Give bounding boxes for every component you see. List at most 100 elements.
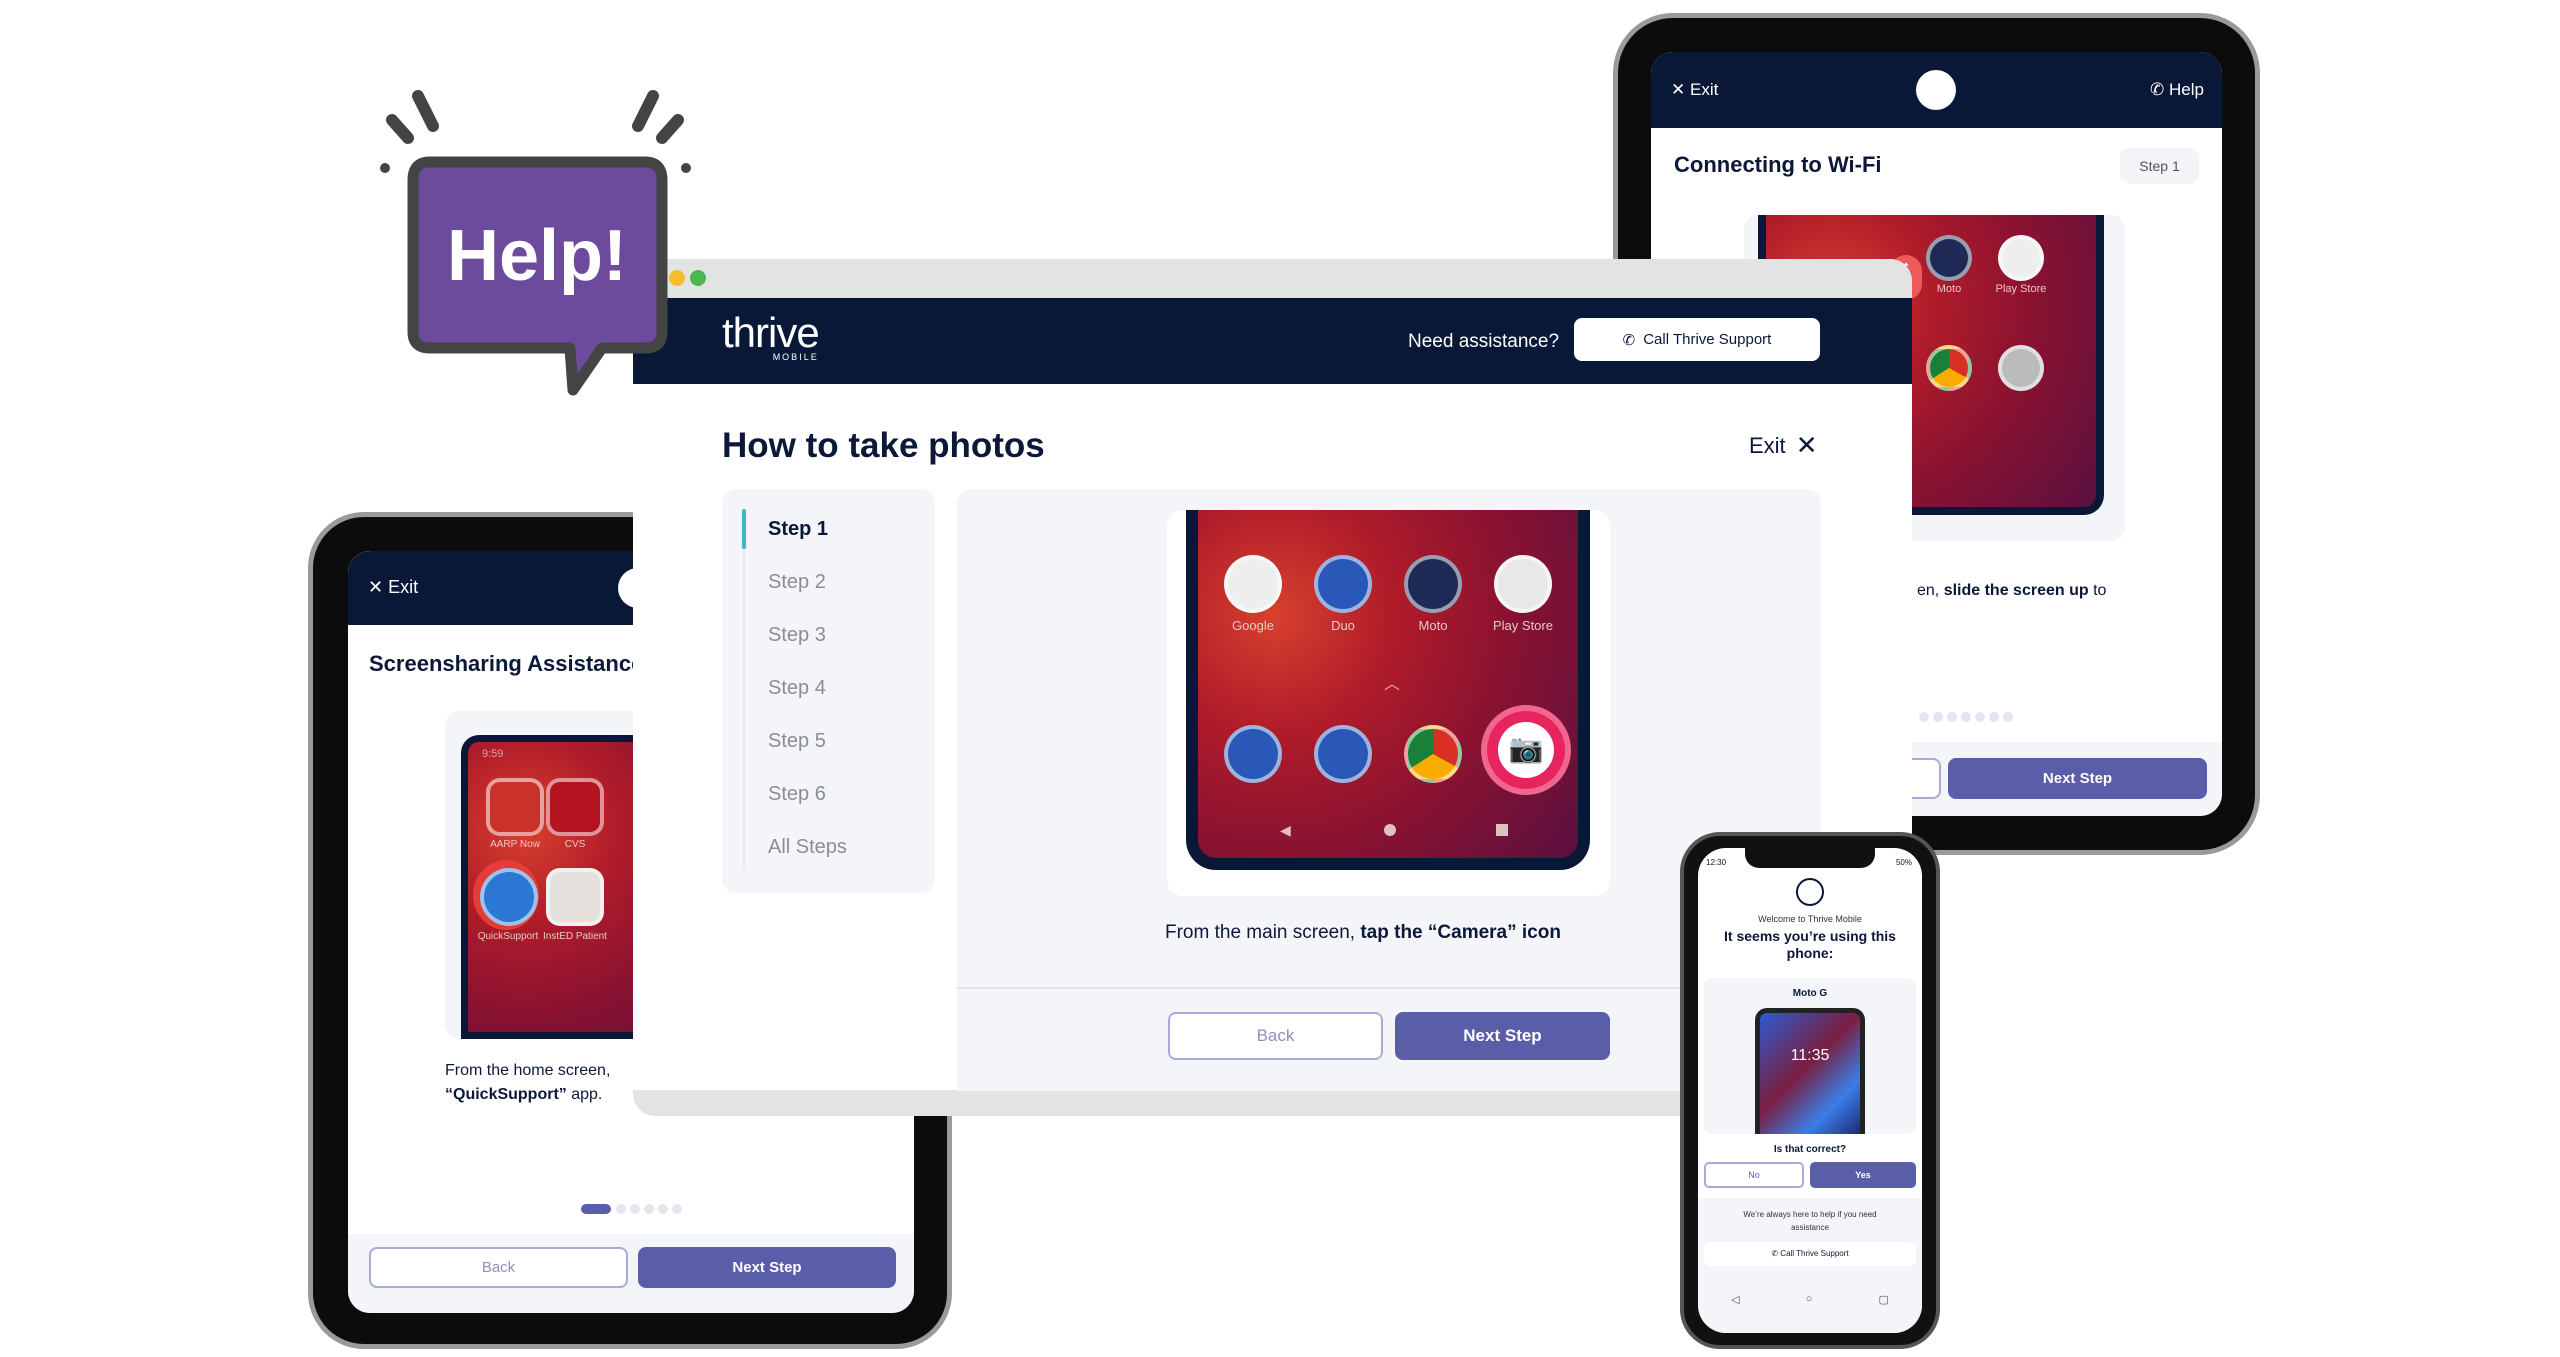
back-button[interactable]: Back <box>1168 1012 1383 1060</box>
need-assistance-text: Need assistance? <box>1408 331 1560 352</box>
status-time: 12:30 <box>1706 858 1727 867</box>
progress-dots <box>581 1204 684 1214</box>
play-store-app-icon <box>1494 555 1552 613</box>
page-title: How to take photos <box>722 426 1045 465</box>
right-tablet-title: Connecting to Wi-Fi <box>1674 152 1882 177</box>
site-header: thrive MOBILE Need assistance? ✆ Call Thr… <box>633 298 1912 384</box>
exit-button[interactable]: ✕ Exit <box>1671 80 1718 100</box>
progress-dot <box>672 1204 682 1214</box>
burst-line <box>656 114 684 144</box>
active-step-indicator <box>742 509 746 549</box>
step-list: Step 1 Step 2 Step 3 Step 4 Step 5 Step … <box>768 513 847 863</box>
thrive-logo-icon <box>1916 70 1956 110</box>
help-speech-bubble: Help! <box>380 90 691 396</box>
progress-dot <box>630 1204 640 1214</box>
burst-line <box>386 114 414 144</box>
step-image-card: Google Duo Moto Play Store ︿ 📷 ◀ <box>1167 510 1610 896</box>
device-name: Moto G <box>1792 988 1828 999</box>
step-caption: From the main screen, tap the “Camera” i… <box>1165 922 1561 943</box>
step-item-3[interactable]: Step 3 <box>768 619 847 651</box>
phone-icon: ✆ <box>1771 1249 1779 1258</box>
phone-icon: ✆ <box>2150 80 2165 99</box>
quicksupport-app-icon <box>480 868 538 926</box>
phone-notch <box>1745 848 1875 868</box>
exit-button[interactable]: ✕ Exit <box>368 577 418 598</box>
progress-dot-active <box>581 1204 611 1214</box>
phone-app-icon <box>1224 725 1282 783</box>
call-thrive-support-button[interactable]: ✆ Call Thrive Support <box>1704 1242 1916 1266</box>
messages-app-icon <box>1314 725 1372 783</box>
correct-question: Is that correct? <box>1773 1144 1847 1155</box>
cvs-app-icon <box>546 778 604 836</box>
moto-app-icon <box>1926 235 1972 281</box>
progress-dot <box>616 1204 626 1214</box>
phone-heading: It seems you’re using this phone: <box>1724 928 1896 961</box>
nav-back-icon[interactable]: ◁ <box>1731 1293 1739 1306</box>
close-icon: ✕ <box>1795 430 1818 460</box>
nav-home-icon[interactable]: ○ <box>1806 1293 1813 1306</box>
help-text: Help! <box>447 216 627 296</box>
camera-app-icon <box>1998 345 2044 391</box>
close-icon: ✕ <box>1671 80 1686 99</box>
nav-back-icon: ◀ <box>1280 822 1291 838</box>
step-item-1[interactable]: Step 1 <box>768 513 847 545</box>
progress-dot <box>658 1204 668 1214</box>
nav-recents-icon[interactable]: ▢ <box>1879 1293 1889 1306</box>
step-item-2[interactable]: Step 2 <box>768 566 847 598</box>
next-step-button[interactable]: Next Step <box>1395 1012 1610 1060</box>
step-item-all[interactable]: All Steps <box>768 831 847 863</box>
insted-app-icon <box>546 868 604 926</box>
device-card: Moto G 11:35 <box>1704 978 1916 1134</box>
moto-app-icon <box>1404 555 1462 613</box>
thrive-logo-icon <box>1796 878 1824 906</box>
thrive-logo[interactable]: thrive MOBILE <box>722 312 820 363</box>
phone-screen-image: Google Duo Moto Play Store ︿ 📷 ◀ <box>1186 510 1590 870</box>
step-item-6[interactable]: Step 6 <box>768 778 847 810</box>
steps-track <box>743 509 745 869</box>
device-image: 11:35 <box>1755 1008 1865 1134</box>
help-footer: We’re always here to help if you need as… <box>1698 1198 1922 1333</box>
duo-app-icon <box>1314 555 1372 613</box>
burst-dot <box>380 163 390 173</box>
call-thrive-support-button[interactable]: ✆ Call Thrive Support <box>1574 318 1820 361</box>
yes-button[interactable]: Yes <box>1810 1162 1916 1188</box>
left-tablet-caption: From the home screen, “QuickSupport” app… <box>445 1062 611 1103</box>
burst-line <box>632 90 659 132</box>
right-tablet-caption: en, slide the screen up to <box>1917 582 2107 599</box>
google-folder-icon <box>1224 555 1282 613</box>
burst-line <box>412 90 439 132</box>
step-item-5[interactable]: Step 5 <box>768 725 847 757</box>
help-button[interactable]: ✆ Help <box>2150 80 2204 100</box>
left-tablet-title: Screensharing Assistance <box>369 651 644 676</box>
battery-status: 50% <box>1895 858 1912 867</box>
step-item-4[interactable]: Step 4 <box>768 672 847 704</box>
aarp-app-icon <box>486 778 544 836</box>
no-button[interactable]: No <box>1704 1162 1804 1188</box>
back-button[interactable]: Back <box>369 1247 628 1288</box>
window-titlebar <box>633 259 1912 298</box>
step-badge: Step 1 <box>2120 148 2199 184</box>
next-step-button[interactable]: Next Step <box>1948 758 2207 799</box>
phone-icon: ✆ <box>1622 331 1636 349</box>
android-nav-bar: ◁ ○ ▢ <box>1698 1293 1922 1306</box>
progress-dot <box>644 1204 654 1214</box>
chrome-app-icon <box>1404 725 1462 783</box>
progress-dots <box>1917 709 2015 727</box>
burst-dot <box>681 163 691 173</box>
smartphone: 12:30 50% Welcome to Thrive Mobile It se… <box>1680 832 1940 1349</box>
app-drawer-chevron-icon: ︿ <box>1384 676 1401 693</box>
next-step-button[interactable]: Next Step <box>638 1247 896 1288</box>
chrome-app-icon <box>1926 345 1972 391</box>
nav-home-icon <box>1384 824 1396 836</box>
left-tablet-footer: Back Next Step <box>348 1234 914 1313</box>
welcome-text: Welcome to Thrive Mobile <box>1758 914 1862 924</box>
right-tablet-header: ✕ Exit ✆ Help <box>1651 52 2222 128</box>
steps-sidebar: Step 1 Step 2 Step 3 Step 4 Step 5 Step … <box>722 489 935 893</box>
camera-app-icon: 📷 <box>1498 722 1554 778</box>
nav-recents-icon <box>1496 824 1508 836</box>
help-text: We’re always here to help if you need as… <box>1743 1210 1877 1232</box>
phone-screen: 12:30 50% Welcome to Thrive Mobile It se… <box>1698 848 1922 1333</box>
play-store-app-icon <box>1998 235 2044 281</box>
exit-button[interactable]: Exit ✕ <box>1749 430 1817 461</box>
close-icon: ✕ <box>368 577 384 597</box>
